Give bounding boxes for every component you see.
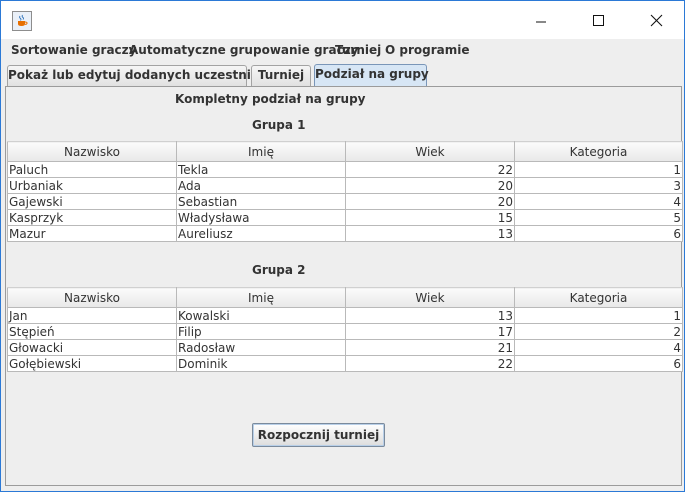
group-division-panel: Kompletny podział na grupy Grupa 1 Nazwi… [5, 86, 683, 486]
menu-bar: Sortowanie graczy Automatyczne grupowani… [1, 39, 684, 61]
cell-first-name[interactable]: Ada [176, 177, 346, 194]
column-header-age[interactable]: Wiek [345, 141, 515, 162]
column-header-category[interactable]: Kategoria [514, 287, 683, 308]
table-row[interactable]: Urbaniak Ada 20 3 [7, 177, 683, 194]
table-row[interactable]: Głowacki Radosław 21 4 [7, 339, 683, 356]
tab-tournament[interactable]: Turniej [251, 65, 311, 86]
group-1-table: Nazwisko Imię Wiek Kategoria Paluch Tekl… [7, 141, 683, 242]
cell-surname[interactable]: Mazur [7, 225, 177, 242]
cell-age[interactable]: 20 [345, 193, 515, 210]
menu-item-sorting[interactable]: Sortowanie graczy [11, 43, 136, 57]
column-header-surname[interactable]: Nazwisko [7, 141, 177, 162]
cell-first-name[interactable]: Władysława [176, 209, 346, 226]
table-row[interactable]: Kasprzyk Władysława 15 5 [7, 209, 683, 226]
cell-category[interactable]: 4 [514, 193, 683, 210]
minimize-icon [536, 21, 546, 23]
cell-category[interactable]: 6 [514, 225, 683, 242]
cell-category[interactable]: 4 [514, 339, 683, 356]
table-header-row: Nazwisko Imię Wiek Kategoria [7, 287, 683, 308]
column-header-age[interactable]: Wiek [345, 287, 515, 308]
cell-surname[interactable]: Kasprzyk [7, 209, 177, 226]
cell-category[interactable]: 5 [514, 209, 683, 226]
cell-surname[interactable]: Urbaniak [7, 177, 177, 194]
menu-item-tournament[interactable]: Turniej [335, 43, 381, 57]
cell-age[interactable]: 22 [345, 355, 515, 372]
group-2-table: Nazwisko Imię Wiek Kategoria Jan Kowalsk… [7, 287, 683, 372]
table-row[interactable]: Gajewski Sebastian 20 4 [7, 193, 683, 210]
cell-surname[interactable]: Paluch [7, 161, 177, 178]
column-header-first-name[interactable]: Imię [176, 287, 346, 308]
page-title: Kompletny podział na grupy [175, 92, 366, 106]
table-header-row: Nazwisko Imię Wiek Kategoria [7, 141, 683, 162]
column-header-surname[interactable]: Nazwisko [7, 287, 177, 308]
cell-first-name[interactable]: Dominik [176, 355, 346, 372]
cell-age[interactable]: 17 [345, 323, 515, 340]
cell-surname[interactable]: Jan [7, 307, 177, 324]
cell-first-name[interactable]: Radosław [176, 339, 346, 356]
cell-age[interactable]: 22 [345, 161, 515, 178]
column-header-first-name[interactable]: Imię [176, 141, 346, 162]
minimize-button[interactable] [512, 2, 570, 38]
cell-category[interactable]: 3 [514, 177, 683, 194]
cell-first-name[interactable]: Filip [176, 323, 346, 340]
table-row[interactable]: Gołębiewski Dominik 22 6 [7, 355, 683, 372]
cell-category[interactable]: 1 [514, 307, 683, 324]
title-bar [1, 1, 684, 39]
table-row[interactable]: Jan Kowalski 13 1 [7, 307, 683, 324]
cell-category[interactable]: 1 [514, 161, 683, 178]
cell-age[interactable]: 13 [345, 225, 515, 242]
start-tournament-button[interactable]: Rozpocznij turniej [252, 423, 385, 447]
tab-edit-participants[interactable]: Pokaż lub edytuj dodanych uczestników [7, 65, 278, 86]
group-1-title: Grupa 1 [252, 118, 306, 132]
cell-first-name[interactable]: Tekla [176, 161, 346, 178]
cell-surname[interactable]: Głowacki [7, 339, 177, 356]
cell-surname[interactable]: Gołębiewski [7, 355, 177, 372]
cell-age[interactable]: 13 [345, 307, 515, 324]
group-2-title: Grupa 2 [252, 263, 306, 277]
column-header-category[interactable]: Kategoria [514, 141, 683, 162]
cell-first-name[interactable]: Kowalski [176, 307, 346, 324]
table-row[interactable]: Mazur Aureliusz 13 6 [7, 225, 683, 242]
close-icon [650, 14, 663, 27]
cell-category[interactable]: 2 [514, 323, 683, 340]
cell-surname[interactable]: Stępień [7, 323, 177, 340]
java-cup-icon[interactable] [12, 11, 32, 31]
cell-first-name[interactable]: Aureliusz [176, 225, 346, 242]
menu-item-auto-grouping[interactable]: Automatyczne grupowanie graczy [129, 43, 359, 57]
tab-group-division[interactable]: Podział na grupy [314, 64, 429, 86]
table-row[interactable]: Stępień Filip 17 2 [7, 323, 683, 340]
menu-item-about[interactable]: O programie [385, 43, 470, 57]
cell-age[interactable]: 20 [345, 177, 515, 194]
table-row[interactable]: Paluch Tekla 22 1 [7, 161, 683, 178]
cell-age[interactable]: 15 [345, 209, 515, 226]
close-button[interactable] [627, 2, 685, 38]
maximize-button[interactable] [569, 2, 627, 38]
maximize-icon [593, 15, 604, 26]
cell-age[interactable]: 21 [345, 339, 515, 356]
cell-category[interactable]: 6 [514, 355, 683, 372]
cell-surname[interactable]: Gajewski [7, 193, 177, 210]
cell-first-name[interactable]: Sebastian [176, 193, 346, 210]
